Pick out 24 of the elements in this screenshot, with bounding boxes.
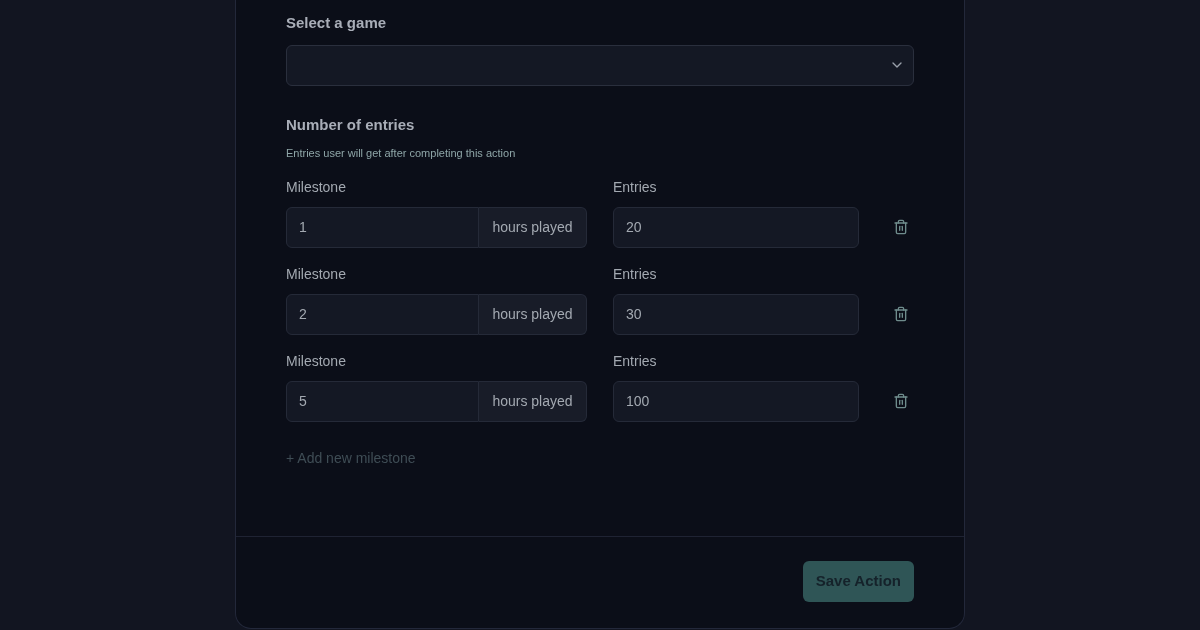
entries-field[interactable]: 20: [613, 206, 859, 248]
field-label: Entries: [613, 264, 658, 284]
entries-field[interactable]: 100: [613, 380, 859, 422]
entries-field[interactable]: 30: [613, 293, 859, 335]
section-subtitle: Entries user will get after completing this action: [286, 146, 517, 161]
delete-button[interactable]: [893, 392, 909, 409]
delete-button[interactable]: [893, 218, 909, 235]
milestone-field[interactable]: 2: [286, 293, 479, 335]
milestone-field[interactable]: 1: [286, 206, 479, 248]
trash-icon: [893, 218, 909, 235]
field-label: Milestone: [286, 264, 347, 284]
delete-button[interactable]: [893, 305, 909, 322]
section-title: Number of entries: [286, 114, 416, 135]
trash-icon: [893, 392, 909, 409]
unit-suffix: hours played: [479, 380, 587, 422]
unit-suffix: hours played: [479, 206, 587, 248]
milestone-field[interactable]: 5: [286, 380, 479, 422]
field-label: Milestone: [286, 351, 347, 371]
unit-suffix: hours played: [479, 293, 587, 335]
field-label: Entries: [613, 177, 658, 197]
field-label: Milestone: [286, 177, 347, 197]
trash-icon: [893, 305, 909, 322]
field-label: Select a game: [286, 13, 388, 33]
field-label: Entries: [613, 351, 658, 371]
